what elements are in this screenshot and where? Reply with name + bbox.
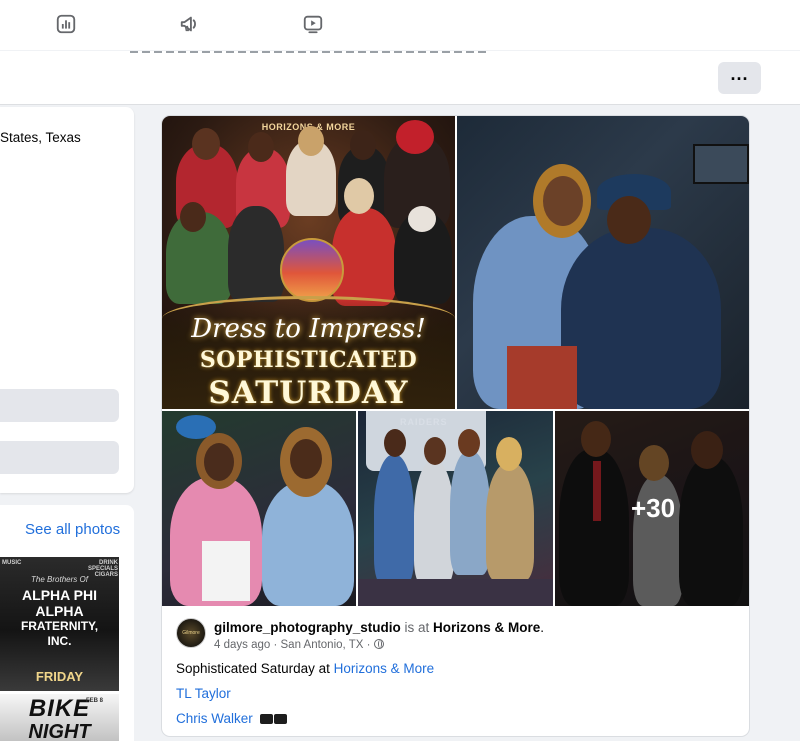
person-head <box>350 130 376 160</box>
white-outfit <box>202 541 250 601</box>
post-photo[interactable] <box>457 116 749 409</box>
flyer-title-line: SATURDAY <box>208 375 409 409</box>
post-photo[interactable]: RAIDERS <box>358 411 553 606</box>
post-location[interactable]: San Antonio, TX <box>281 639 364 651</box>
place-suffix: . <box>540 620 545 635</box>
more-options-button[interactable]: ... <box>718 62 761 94</box>
flyer-title-line: SOPHISTICATED <box>199 347 418 373</box>
meta-separator: · <box>273 639 281 651</box>
more-photos-overlay[interactable]: +30 <box>555 411 749 606</box>
thumb-corner-left: MUSIC <box>2 560 22 566</box>
intro-card: States, Texas <box>0 107 134 493</box>
profile-action-bar: ... <box>0 51 800 105</box>
person-figure <box>262 481 354 606</box>
caption-place-link[interactable]: Horizons & More <box>334 661 435 676</box>
thumb-line: FRATERNITY, <box>20 619 99 633</box>
tagged-person-link[interactable]: Chris Walker <box>176 711 253 726</box>
post-photo-more[interactable]: +30 <box>555 411 749 606</box>
thumb-line: The Brothers Of <box>31 575 88 584</box>
add-featured-button[interactable] <box>0 441 119 474</box>
person-figure <box>561 228 721 409</box>
location-text: States, Texas <box>0 130 81 145</box>
thumb-line: ALPHA PHI <box>22 587 97 603</box>
thumb-line: NIGHT <box>28 721 91 741</box>
photo-thumbnail[interactable]: BIKE NIGHT FEB 8 <box>0 694 119 741</box>
megaphone-icon[interactable] <box>178 12 202 36</box>
person-head <box>408 206 436 232</box>
photos-card: See all photos MUSIC DRINK SPECIALS CIGA… <box>0 505 134 741</box>
person-face <box>204 443 234 481</box>
person-face <box>543 176 583 226</box>
person-face <box>607 196 651 244</box>
thumb-line: INC. <box>47 634 72 648</box>
is-at-text: is at <box>400 620 434 635</box>
person-head <box>496 437 522 471</box>
post-time[interactable]: 4 days ago <box>214 639 270 651</box>
caption-text: Sophisticated Saturday at <box>176 661 334 676</box>
person-head <box>192 128 220 160</box>
post-card: HORIZONS & MORE Dress to Impress! SOPHIS… <box>161 115 750 737</box>
tagged-person-row: Chris Walker <box>176 711 287 726</box>
photo-thumbnail[interactable]: MUSIC DRINK SPECIALS CIGARS The Brothers… <box>0 557 119 691</box>
post-meta: 4 days ago · San Antonio, TX · <box>214 639 384 651</box>
author-line: gilmore_photography_studio is at Horizon… <box>214 620 544 635</box>
person-head <box>298 126 324 156</box>
dress-pattern <box>507 346 577 409</box>
emoji-icon <box>259 714 273 724</box>
floor <box>358 579 553 606</box>
thumb-line: ALPHA <box>35 603 84 619</box>
person-figure <box>374 455 414 585</box>
meta-separator: · <box>366 639 374 651</box>
person-head <box>396 120 434 154</box>
flyer-logo <box>280 238 344 302</box>
author-avatar[interactable]: Gilmore <box>176 618 206 648</box>
emoji-icon <box>273 714 287 724</box>
author-name-link[interactable]: gilmore_photography_studio <box>214 620 401 635</box>
person-head <box>344 178 374 214</box>
post-caption: Sophisticated Saturday at Horizons & Mor… <box>176 661 434 676</box>
tagged-person-link[interactable]: TL Taylor <box>176 686 231 701</box>
top-navigation <box>0 0 800 50</box>
person-figure <box>450 451 490 575</box>
person-face <box>290 439 322 479</box>
edit-details-button[interactable] <box>0 389 119 422</box>
thumb-badge: FEB 8 <box>86 698 104 704</box>
tv-screen <box>693 144 749 184</box>
see-all-photos-link[interactable]: See all photos <box>25 521 120 538</box>
insights-icon[interactable] <box>54 12 78 36</box>
thumb-line: FRIDAY <box>35 669 84 684</box>
avatar-logo-text: Gilmore <box>182 630 200 636</box>
flyer-tagline: Dress to Impress! <box>191 314 426 344</box>
person-head <box>384 429 406 457</box>
post-photo[interactable] <box>162 411 356 606</box>
video-icon[interactable] <box>301 12 325 36</box>
person-figure <box>228 206 284 302</box>
person-head <box>458 429 480 457</box>
banner-text: RAIDERS <box>400 417 448 427</box>
person-head <box>180 202 206 232</box>
post-photo-flyer[interactable]: HORIZONS & MORE Dress to Impress! SOPHIS… <box>162 116 455 409</box>
person-head <box>424 437 446 465</box>
person-figure <box>414 461 454 585</box>
place-link[interactable]: Horizons & More <box>433 620 540 635</box>
person-figure <box>486 463 534 581</box>
globe-icon[interactable] <box>373 639 384 649</box>
cut-off-text <box>130 51 490 55</box>
person-head <box>248 132 274 162</box>
